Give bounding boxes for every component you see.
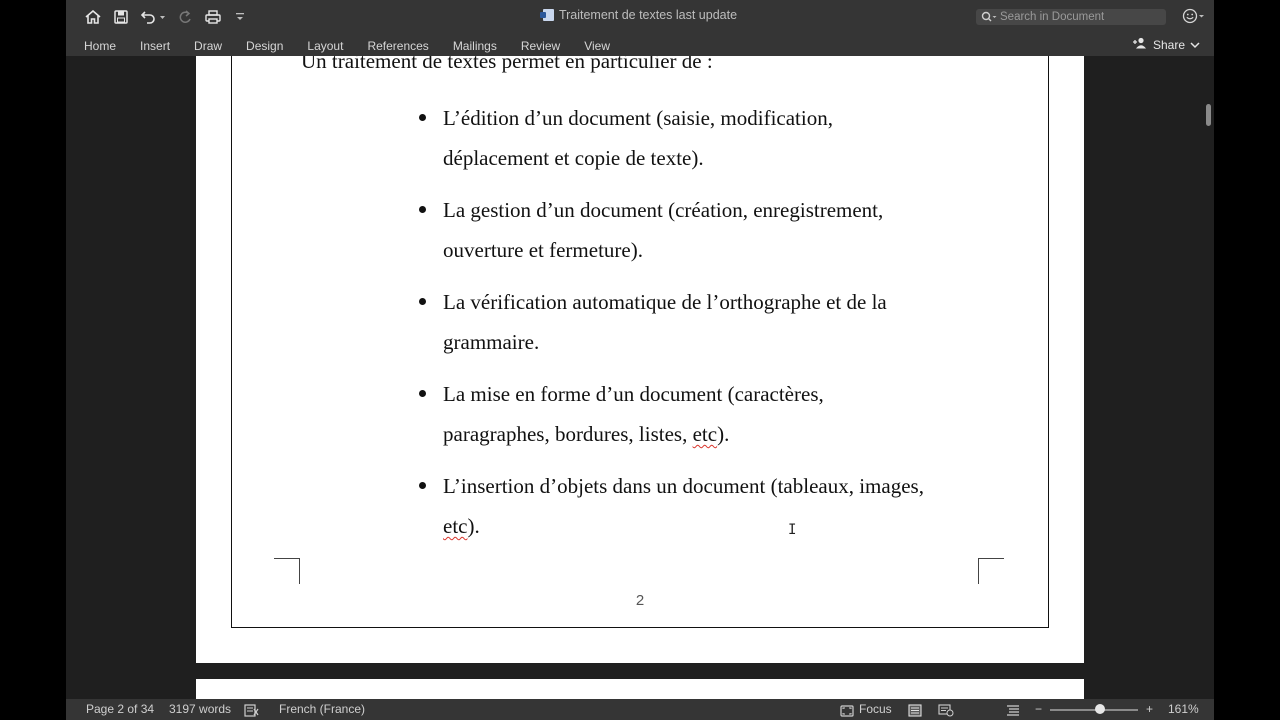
tab-review[interactable]: Review: [521, 39, 560, 53]
document-canvas[interactable]: Un traitement de textes permet en partic…: [66, 56, 1214, 699]
print-icon[interactable]: [202, 6, 224, 28]
zoom-out-button[interactable]: −: [1035, 699, 1042, 720]
tab-home[interactable]: Home: [84, 39, 116, 53]
word-document-icon: [539, 9, 554, 21]
tab-layout[interactable]: Layout: [307, 39, 343, 53]
outline-view-icon[interactable]: [1006, 703, 1020, 720]
word-count[interactable]: 3197 words: [169, 699, 231, 720]
title-and-ribbon-bar: Traitement de textes last update Search …: [66, 0, 1214, 56]
tab-insert[interactable]: Insert: [140, 39, 170, 53]
add-person-icon: [1132, 37, 1148, 52]
chevron-down-icon: [1190, 38, 1200, 52]
feedback-smiley-icon[interactable]: [1182, 8, 1206, 29]
crop-mark-left: [274, 558, 300, 584]
focus-icon[interactable]: [840, 703, 854, 720]
list-item[interactable]: L’édition d’un document (saisie, modific…: [418, 98, 978, 178]
list-item[interactable]: La mise en forme d’un document (caractèr…: [418, 374, 978, 454]
page-number: 2: [635, 592, 645, 609]
spelling-error[interactable]: etc: [693, 422, 717, 446]
undo-icon[interactable]: [138, 6, 168, 28]
vertical-scrollbar[interactable]: [1206, 104, 1211, 126]
intro-paragraph[interactable]: Un traitement de textes permet en partic…: [301, 56, 713, 74]
document-page[interactable]: Un traitement de textes permet en partic…: [196, 56, 1084, 663]
list-item[interactable]: La gestion d’un document (création, enre…: [418, 190, 978, 270]
tab-references[interactable]: References: [367, 39, 428, 53]
status-bar: Page 2 of 34 3197 words French (France) …: [66, 699, 1214, 720]
focus-button[interactable]: Focus: [859, 699, 892, 720]
word-window: Traitement de textes last update Search …: [66, 0, 1214, 720]
spelling-error[interactable]: etc: [443, 514, 467, 538]
search-icon: [981, 11, 997, 28]
tab-view[interactable]: View: [584, 39, 610, 53]
zoom-slider-handle[interactable]: [1095, 704, 1105, 714]
share-button[interactable]: Share: [1132, 37, 1200, 52]
zoom-slider[interactable]: [1050, 709, 1138, 711]
proofing-icon[interactable]: [244, 703, 260, 720]
print-layout-icon[interactable]: [908, 703, 922, 720]
zoom-in-button[interactable]: +: [1146, 699, 1153, 720]
save-icon[interactable]: [110, 6, 132, 28]
customize-toolbar-icon[interactable]: [232, 6, 248, 28]
next-page[interactable]: [196, 679, 1084, 699]
tab-draw[interactable]: Draw: [194, 39, 222, 53]
language-indicator[interactable]: French (France): [279, 699, 365, 720]
page-count[interactable]: Page 2 of 34: [86, 699, 154, 720]
list-item[interactable]: La vérification automatique de l’orthogr…: [418, 282, 978, 362]
crop-mark-right: [978, 558, 1004, 584]
redo-icon[interactable]: [174, 6, 196, 28]
bullet-list: L’édition d’un document (saisie, modific…: [418, 98, 978, 558]
ribbon-tabs: Home Insert Draw Design Layout Reference…: [84, 39, 634, 53]
tab-mailings[interactable]: Mailings: [453, 39, 497, 53]
list-item[interactable]: L’insertion d’objets dans un document (t…: [418, 466, 978, 546]
search-input[interactable]: Search in Document: [976, 9, 1166, 25]
web-layout-icon[interactable]: [938, 703, 954, 720]
zoom-level[interactable]: 161%: [1168, 699, 1199, 720]
tab-design[interactable]: Design: [246, 39, 283, 53]
home-icon[interactable]: [82, 6, 104, 28]
text-cursor-icon: I: [788, 522, 797, 538]
